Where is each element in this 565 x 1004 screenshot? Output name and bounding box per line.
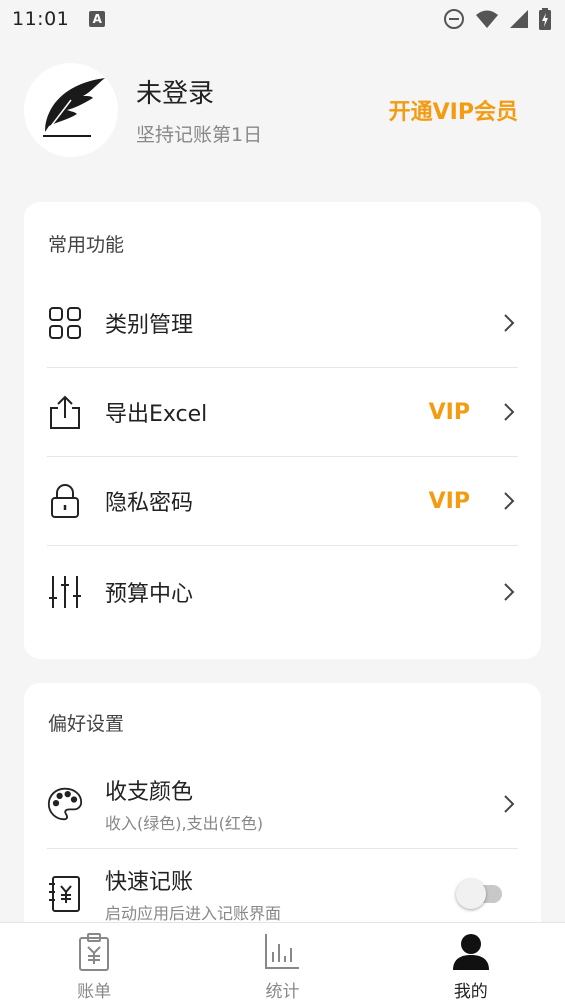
row-category-management[interactable]: 类别管理 [47,279,518,368]
nav-mine[interactable]: 我的 [377,923,565,1004]
row-text: 快速记账 启动应用后进入记账界面 [105,864,281,924]
row-income-expense-color[interactable]: 收支颜色 收入(绿色),支出(红色) [47,760,518,849]
toggle-knob [456,878,486,909]
grid-icon [47,305,83,341]
lock-icon [47,483,83,519]
profile-header[interactable]: 未登录 坚持记账第1日 开通VIP会员 [24,60,544,160]
nav-label: 统计 [265,982,300,1002]
quick-booking-toggle[interactable] [456,878,502,909]
common-functions-card: 常用功能 类别管理 导出Excel VIP 隐私密码 VIP 预算中心 [24,202,541,659]
nav-bill[interactable]: 账单 [0,923,188,1004]
chevron-right-icon [504,403,515,421]
chevron-right-icon [504,582,515,601]
feather-icon [43,78,105,137]
chart-icon [262,931,302,973]
streak-text: 坚持记账第1日 [136,124,263,146]
row-label: 导出Excel [105,402,208,427]
card-title: 常用功能 [48,234,125,256]
person-icon [451,931,491,973]
row-label: 类别管理 [105,313,194,338]
chevron-right-icon [504,795,515,813]
row-budget-center[interactable]: 预算中心 [47,547,518,636]
bill-icon [74,931,114,973]
open-vip-link[interactable]: 开通VIP会员 [389,94,518,126]
status-bar: 11:01 A [0,0,565,38]
row-subtitle: 启动应用后进入记账界面 [105,903,282,923]
row-label: 预算中心 [105,581,194,607]
avatar[interactable] [24,63,118,157]
export-icon [47,394,83,430]
wifi-icon [476,10,498,28]
status-icons [443,8,551,30]
status-time: 11:01 [12,8,70,30]
chevron-right-icon [504,314,515,332]
signal-icon [510,10,528,28]
do-not-disturb-icon [444,9,464,29]
row-export-excel[interactable]: 导出Excel VIP [47,368,518,457]
row-label: 收支颜色 [105,780,194,805]
nav-label: 账单 [77,982,112,1002]
row-subtitle: 收入(绿色),支出(红色) [105,814,264,833]
sliders-icon [47,574,83,610]
nav-label: 我的 [453,982,488,1002]
row-label: 隐私密码 [105,491,194,516]
vip-badge: VIP [428,488,470,514]
card-title: 偏好设置 [48,713,125,735]
row-text: 收支颜色 收入(绿色),支出(红色) [105,774,263,834]
vip-badge: VIP [428,399,470,425]
bottom-nav: 账单 统计 我的 [0,922,565,1004]
nav-stats[interactable]: 统计 [188,923,376,1004]
palette-icon [47,786,83,822]
row-privacy-password[interactable]: 隐私密码 VIP [47,457,518,546]
notification-icon: A [89,11,106,27]
ledger-icon [47,875,83,912]
battery-icon [539,8,551,30]
profile-text: 未登录 坚持记账第1日 [136,73,262,147]
row-label: 快速记账 [105,869,194,895]
preferences-card: 偏好设置 收支颜色 收入(绿色),支出(红色) 快速记账 启动应用后进入记账界面 [24,683,541,943]
chevron-right-icon [504,492,515,510]
username: 未登录 [136,79,215,109]
